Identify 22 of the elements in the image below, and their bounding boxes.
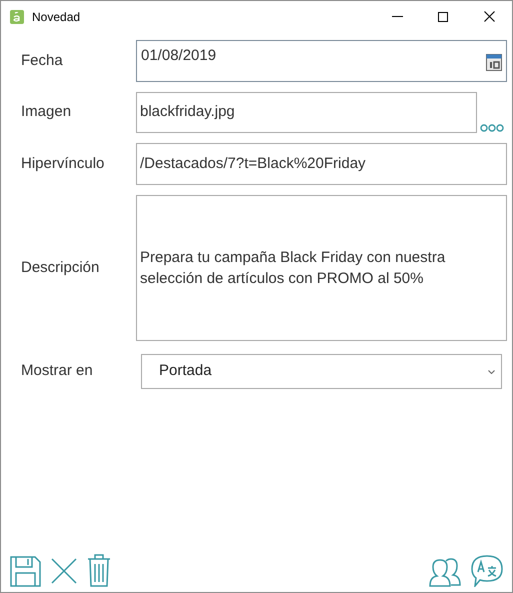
maximize-icon[interactable] bbox=[438, 12, 448, 22]
date-field[interactable]: 01/08/2019 bbox=[136, 40, 507, 82]
link-field[interactable]: /Destacados/7?t=Black%20Friday bbox=[136, 143, 507, 185]
dropdown[interactable]: Portada bbox=[141, 354, 502, 389]
field-label: Mostrar en bbox=[21, 361, 93, 382]
field-label: Fecha bbox=[21, 50, 63, 71]
minimize-icon[interactable] bbox=[392, 16, 402, 17]
field-label: Hipervínculo bbox=[21, 154, 104, 174]
users-icon[interactable] bbox=[429, 557, 461, 587]
close-icon[interactable] bbox=[484, 11, 494, 22]
more-icon[interactable] bbox=[480, 124, 504, 132]
file-field[interactable]: blackfriday.jpg bbox=[136, 92, 477, 133]
app-logo-icon bbox=[10, 10, 24, 24]
translate-icon[interactable] bbox=[471, 555, 503, 587]
save-icon[interactable] bbox=[10, 556, 41, 587]
description-field[interactable]: Prepara tu campaña Black Friday con nuestra selección de artículos con PROMO al 50% bbox=[136, 195, 507, 341]
field-label: Descripción bbox=[21, 258, 100, 278]
calendar-icon[interactable] bbox=[486, 53, 502, 71]
field-label: Imagen bbox=[21, 102, 72, 122]
window-title: Novedad bbox=[32, 8, 80, 26]
chevron-down-icon bbox=[488, 370, 495, 374]
trash-icon[interactable] bbox=[87, 554, 111, 587]
